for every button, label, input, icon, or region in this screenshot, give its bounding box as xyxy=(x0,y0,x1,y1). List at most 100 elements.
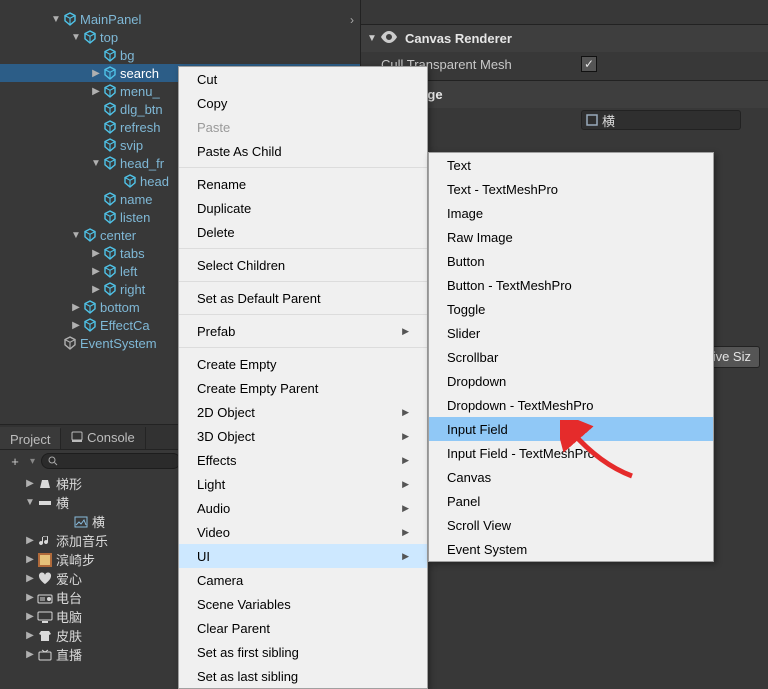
submenu-item-button-textmeshpro[interactable]: Button - TextMeshPro xyxy=(429,273,713,297)
menu-item-set-as-last-sibling[interactable]: Set as last sibling xyxy=(179,664,427,688)
expand-arrow-icon[interactable]: ▶ xyxy=(24,592,36,603)
hierarchy-item-mainpanel[interactable]: ▼ MainPanel xyxy=(0,10,360,28)
asset-icon xyxy=(36,590,54,606)
submenu-item-text[interactable]: Text xyxy=(429,153,713,177)
expand-arrow-icon[interactable]: ▶ xyxy=(24,649,36,660)
gameobject-icon xyxy=(102,66,118,80)
menu-item-3d-object[interactable]: 3D Object xyxy=(179,424,427,448)
expand-arrow-icon[interactable]: ▶ xyxy=(70,302,82,313)
menu-item-copy[interactable]: Copy xyxy=(179,91,427,115)
add-button[interactable]: + xyxy=(6,454,24,469)
hierarchy-item-top[interactable]: ▼top xyxy=(0,28,360,46)
dropdown-icon[interactable]: ▾ xyxy=(30,456,35,467)
hierarchy-item-bg[interactable]: bg xyxy=(0,46,360,64)
submenu-item-text-textmeshpro[interactable]: Text - TextMeshPro xyxy=(429,177,713,201)
project-search-input[interactable] xyxy=(41,453,181,469)
submenu-item-dropdown[interactable]: Dropdown xyxy=(429,369,713,393)
menu-item-paste: Paste xyxy=(179,115,427,139)
project-label: 添加音乐 xyxy=(54,531,108,550)
component-header-canvas-renderer[interactable]: ▼ Canvas Renderer xyxy=(361,24,768,52)
menu-item-select-children[interactable]: Select Children xyxy=(179,253,427,277)
menu-separator xyxy=(179,167,427,168)
submenu-item-input-field[interactable]: Input Field xyxy=(429,417,713,441)
component-title: Canvas Renderer xyxy=(399,31,512,46)
cull-checkbox[interactable]: ✓ xyxy=(581,56,597,72)
menu-item-create-empty[interactable]: Create Empty xyxy=(179,352,427,376)
expand-arrow-icon[interactable]: ▶ xyxy=(90,284,102,295)
menu-item-set-as-first-sibling[interactable]: Set as first sibling xyxy=(179,640,427,664)
submenu-item-toggle[interactable]: Toggle xyxy=(429,297,713,321)
menu-item-audio[interactable]: Audio xyxy=(179,496,427,520)
menu-item-rename[interactable]: Rename xyxy=(179,172,427,196)
menu-item-effects[interactable]: Effects xyxy=(179,448,427,472)
submenu-item-raw-image[interactable]: Raw Image xyxy=(429,225,713,249)
hierarchy-label: menu_ xyxy=(118,84,160,99)
expand-arrow-icon[interactable]: ▶ xyxy=(24,478,36,489)
menu-item-scene-variables[interactable]: Scene Variables xyxy=(179,592,427,616)
image-object-field[interactable]: 横 xyxy=(581,110,741,130)
menu-item-camera[interactable]: Camera xyxy=(179,568,427,592)
expand-arrow-icon[interactable]: ▶ xyxy=(90,86,102,97)
menu-label: Text xyxy=(447,158,471,173)
menu-item-delete[interactable]: Delete xyxy=(179,220,427,244)
menu-item-ui[interactable]: UI xyxy=(179,544,427,568)
expand-arrow-icon[interactable]: ▼ xyxy=(70,32,82,43)
menu-label: Paste As Child xyxy=(197,144,282,159)
menu-item-cut[interactable]: Cut xyxy=(179,67,427,91)
expand-arrow-icon[interactable]: ▶ xyxy=(70,320,82,331)
menu-label: Audio xyxy=(197,501,230,516)
submenu-item-panel[interactable]: Panel xyxy=(429,489,713,513)
menu-label: Scrollbar xyxy=(447,350,498,365)
expand-arrow-icon[interactable]: ▼ xyxy=(24,497,36,508)
submenu-item-input-field-textmeshpro[interactable]: Input Field - TextMeshPro xyxy=(429,441,713,465)
hierarchy-chevron-icon[interactable]: › xyxy=(350,13,354,27)
expand-arrow-icon[interactable]: ▶ xyxy=(24,554,36,565)
submenu-item-slider[interactable]: Slider xyxy=(429,321,713,345)
submenu-item-scrollbar[interactable]: Scrollbar xyxy=(429,345,713,369)
hierarchy-label: refresh xyxy=(118,120,160,135)
expand-icon[interactable]: ▼ xyxy=(367,33,381,44)
menu-item-2d-object[interactable]: 2D Object xyxy=(179,400,427,424)
project-label: 皮肤 xyxy=(54,626,82,645)
submenu-item-scroll-view[interactable]: Scroll View xyxy=(429,513,713,537)
submenu-item-event-system[interactable]: Event System xyxy=(429,537,713,561)
menu-item-light[interactable]: Light xyxy=(179,472,427,496)
project-label: 横 xyxy=(54,493,69,512)
menu-item-paste-as-child[interactable]: Paste As Child xyxy=(179,139,427,163)
menu-label: Panel xyxy=(447,494,480,509)
submenu-item-image[interactable]: Image xyxy=(429,201,713,225)
expand-arrow-icon[interactable]: ▶ xyxy=(24,573,36,584)
menu-item-create-empty-parent[interactable]: Create Empty Parent xyxy=(179,376,427,400)
menu-item-set-as-default-parent[interactable]: Set as Default Parent xyxy=(179,286,427,310)
submenu-item-button[interactable]: Button xyxy=(429,249,713,273)
tab-project[interactable]: Project xyxy=(0,427,61,449)
expand-arrow-icon[interactable]: ▼ xyxy=(50,14,62,25)
expand-arrow-icon[interactable]: ▼ xyxy=(70,230,82,241)
expand-arrow-icon[interactable]: ▶ xyxy=(90,266,102,277)
menu-label: Create Empty xyxy=(197,357,276,372)
hierarchy-label: MainPanel xyxy=(78,12,141,27)
expand-arrow-icon[interactable]: ▶ xyxy=(24,611,36,622)
expand-arrow-icon[interactable]: ▶ xyxy=(90,248,102,259)
expand-arrow-icon[interactable]: ▼ xyxy=(90,158,102,169)
expand-arrow-icon[interactable]: ▶ xyxy=(24,535,36,546)
submenu-item-canvas[interactable]: Canvas xyxy=(429,465,713,489)
visibility-icon[interactable] xyxy=(381,31,399,46)
expand-arrow-icon[interactable]: ▶ xyxy=(24,630,36,641)
submenu-item-dropdown-textmeshpro[interactable]: Dropdown - TextMeshPro xyxy=(429,393,713,417)
hierarchy-label: EffectCa xyxy=(98,318,150,333)
menu-label: 3D Object xyxy=(197,429,255,444)
menu-label: Input Field - TextMeshPro xyxy=(447,446,595,461)
asset-icon xyxy=(36,552,54,568)
menu-item-clear-parent[interactable]: Clear Parent xyxy=(179,616,427,640)
hierarchy-label: svip xyxy=(118,138,143,153)
menu-separator xyxy=(179,248,427,249)
tab-console[interactable]: Console xyxy=(61,427,145,449)
hierarchy-label: bg xyxy=(118,48,134,63)
expand-arrow-icon[interactable]: ▶ xyxy=(90,68,102,79)
menu-item-prefab[interactable]: Prefab xyxy=(179,319,427,343)
gameobject-icon xyxy=(82,300,98,314)
menu-item-duplicate[interactable]: Duplicate xyxy=(179,196,427,220)
menu-label: Canvas xyxy=(447,470,491,485)
menu-item-video[interactable]: Video xyxy=(179,520,427,544)
